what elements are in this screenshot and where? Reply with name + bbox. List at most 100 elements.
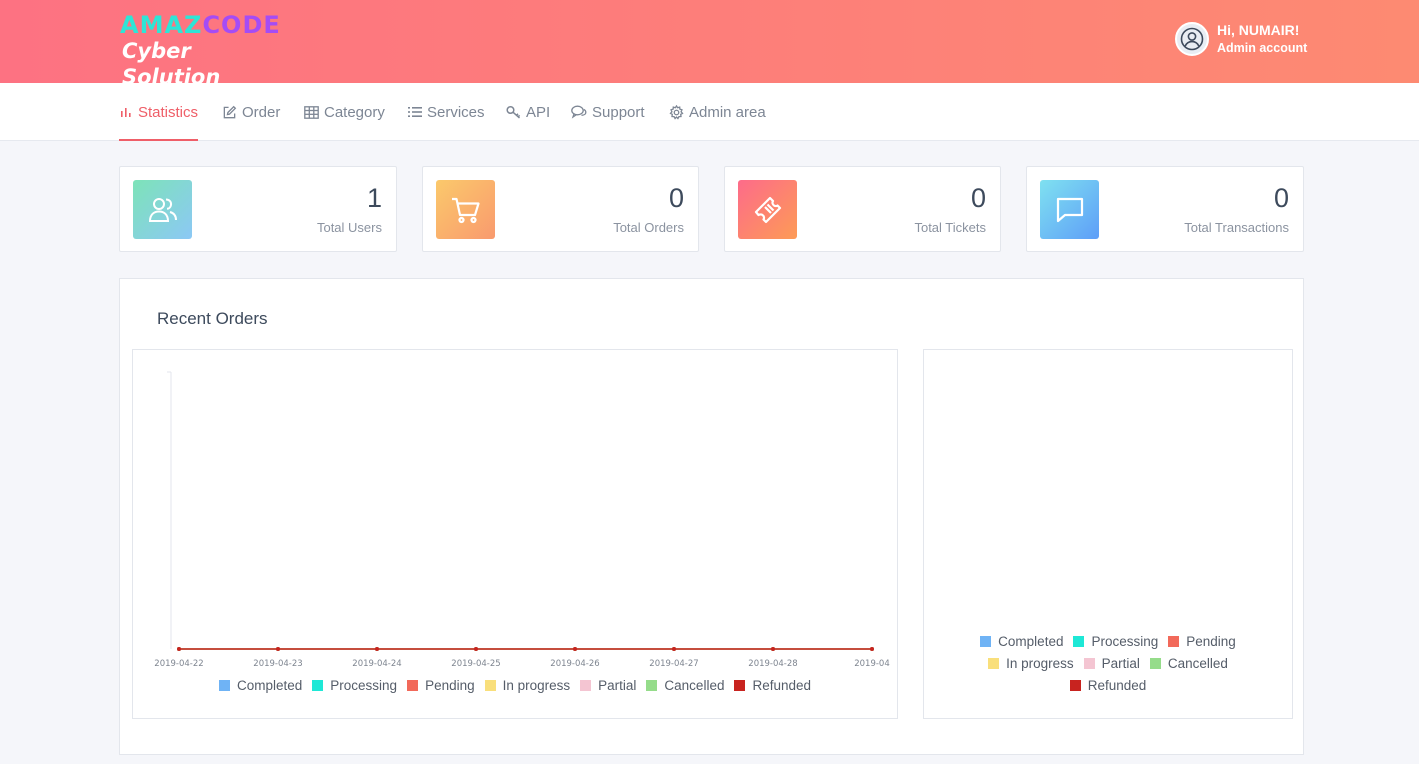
legend-item[interactable]: Processing xyxy=(312,674,397,696)
user-role: Admin account xyxy=(1217,41,1308,55)
legend-item[interactable]: In progress xyxy=(484,674,571,696)
list-icon xyxy=(408,107,422,117)
legend-item[interactable]: Processing xyxy=(1073,630,1158,652)
nav-admin-area[interactable]: Admin area xyxy=(669,83,766,141)
user-menu[interactable]: Hi, NUMAIR! Admin account xyxy=(1175,22,1375,58)
legend-label: Partial xyxy=(598,677,637,693)
legend-label: Partial xyxy=(1101,655,1140,671)
legend-item[interactable]: Cancelled xyxy=(646,674,724,696)
nav-label: Statistics xyxy=(138,103,199,121)
legend-swatch xyxy=(734,679,746,691)
message-icon xyxy=(1056,197,1083,222)
legend-item[interactable]: In progress xyxy=(988,652,1074,674)
legend-item[interactable]: Refunded xyxy=(734,674,811,696)
main-nav: Statistics Order Category Services API S… xyxy=(0,83,1419,141)
legend-label: In progress xyxy=(502,677,571,693)
stat-label: Total Orders xyxy=(613,220,684,235)
legend-label: Pending xyxy=(425,677,475,693)
data-point[interactable] xyxy=(870,647,874,651)
gear-icon xyxy=(669,104,684,120)
legend-swatch xyxy=(484,679,496,691)
data-point[interactable] xyxy=(276,647,280,651)
stat-value: 0 xyxy=(668,183,684,213)
x-tick-label: 2019-04-23 xyxy=(253,659,302,669)
nav-label: Admin area xyxy=(689,103,766,121)
nav-label: Support xyxy=(592,103,645,121)
data-point[interactable] xyxy=(672,647,676,651)
data-point[interactable] xyxy=(573,647,577,651)
stat-card-orders: 0 Total Orders xyxy=(422,166,699,252)
legend-swatch xyxy=(988,657,1000,669)
logo-wordmark: AMAZCODE xyxy=(120,12,281,38)
nav-services[interactable]: Services xyxy=(408,83,485,141)
key-icon xyxy=(506,105,521,119)
legend-item[interactable]: Pending xyxy=(407,674,475,696)
chat-icon xyxy=(571,105,587,119)
orders-line-chart-box: 2019-04-22 2019-04-23 2019-04-24 2019-04-25… xyxy=(132,349,898,719)
legend-swatch xyxy=(1083,657,1095,669)
legend-swatch xyxy=(646,679,658,691)
legend-item[interactable]: Cancelled xyxy=(1149,652,1228,674)
legend-label: Cancelled xyxy=(664,677,725,693)
panel-title: Recent Orders xyxy=(157,309,268,328)
legend-label: Pending xyxy=(1186,633,1236,649)
logo-amaz: AMAZ xyxy=(120,11,203,39)
stat-icon-box xyxy=(436,180,495,239)
legend-label: Completed xyxy=(236,677,303,693)
nav-statistics[interactable]: Statistics xyxy=(119,83,199,141)
stat-label: Total Users xyxy=(316,220,382,235)
stat-icon-box xyxy=(133,180,192,239)
legend-swatch xyxy=(218,679,230,691)
table-icon xyxy=(304,105,319,119)
x-tick-label: 2019-04-22 xyxy=(154,659,203,669)
legend-item[interactable]: Partial xyxy=(580,674,636,696)
bar-chart-icon xyxy=(121,108,131,117)
legend-swatch xyxy=(1168,635,1180,647)
stat-icon-box xyxy=(1040,180,1099,239)
stat-label: Total Tickets xyxy=(914,220,986,235)
x-tick-label: 2019-04-24 xyxy=(352,659,401,669)
stat-card-users: 1 Total Users xyxy=(119,166,397,252)
legend-swatch xyxy=(1149,657,1161,669)
orders-pie-chart xyxy=(924,350,1292,620)
legend-swatch xyxy=(980,635,992,647)
legend-swatch xyxy=(407,679,419,691)
x-tick-label: 2019-04 xyxy=(854,659,890,669)
avatar[interactable] xyxy=(1175,22,1209,56)
user-greeting: Hi, NUMAIR! xyxy=(1217,22,1300,38)
x-tick-label: 2019-04-27 xyxy=(649,659,698,669)
x-tick-label: 2019-04-26 xyxy=(550,659,599,669)
nav-order[interactable]: Order xyxy=(222,83,280,141)
nav-api[interactable]: API xyxy=(506,83,550,141)
ticket-icon xyxy=(754,196,781,223)
nav-support[interactable]: Support xyxy=(571,83,645,141)
legend-item[interactable]: Refunded xyxy=(1069,674,1147,696)
legend-item[interactable]: Completed xyxy=(980,630,1063,652)
legend-label: Completed xyxy=(998,633,1064,649)
data-point[interactable] xyxy=(771,647,775,651)
user-circle-icon xyxy=(1180,27,1204,51)
legend-label: Refunded xyxy=(752,677,812,693)
legend-label: Refunded xyxy=(1087,677,1147,693)
recent-orders-panel: Recent Orders 2019-04-22 2019-04-23 2019-0… xyxy=(119,278,1304,755)
legend-swatch xyxy=(1073,635,1085,647)
stat-card-transactions: 0 Total Transactions xyxy=(1026,166,1304,252)
nav-label: Category xyxy=(324,103,385,121)
legend-item[interactable]: Completed xyxy=(218,674,303,696)
legend-label: In progress xyxy=(1006,655,1074,671)
legend-item[interactable]: Pending xyxy=(1168,630,1236,652)
stat-icon-box xyxy=(738,180,797,239)
nav-category[interactable]: Category xyxy=(304,83,385,141)
legend-item[interactable]: Partial xyxy=(1083,652,1140,674)
orders-line-chart: 2019-04-22 2019-04-23 2019-04-24 2019-04-25… xyxy=(154,371,890,669)
users-icon xyxy=(148,197,177,222)
data-point[interactable] xyxy=(474,647,478,651)
legend-swatch xyxy=(580,679,592,691)
data-point[interactable] xyxy=(375,647,379,651)
data-point[interactable] xyxy=(177,647,181,651)
stat-value: 1 xyxy=(366,183,382,213)
brand-logo[interactable]: AMAZCODE Cyber Solution xyxy=(120,12,295,89)
legend-swatch xyxy=(1069,679,1081,691)
legend-swatch xyxy=(312,679,324,691)
pie-chart-legend: Completed Processing Pending In progress Par… xyxy=(964,630,1252,696)
